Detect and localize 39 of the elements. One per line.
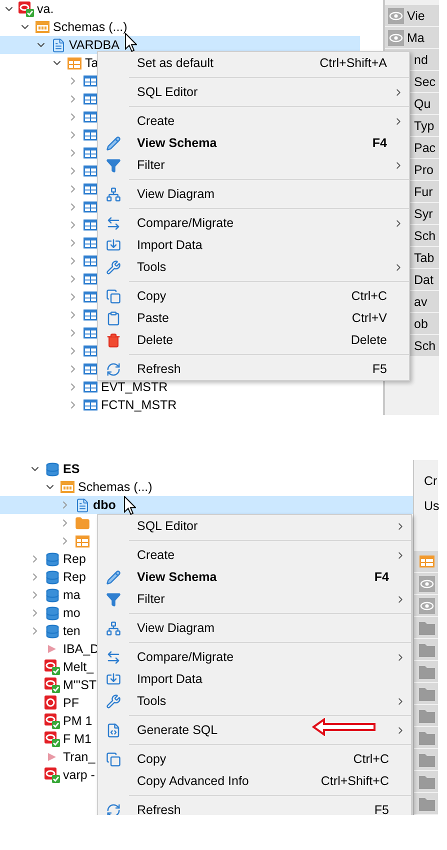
object-label: nd <box>414 52 428 66</box>
tree-label: ES <box>63 462 80 476</box>
object-label: Sch <box>414 228 436 242</box>
tree-label: FCTN_MSTR <box>101 398 177 412</box>
tree-label: Tran_ <box>63 750 96 764</box>
tree-label: VARDBA <box>69 38 120 52</box>
tree-label: va. <box>37 2 54 16</box>
tree-label: Ta <box>85 56 98 70</box>
tree-label: PM 1 <box>63 714 92 728</box>
tree-label: F M1 <box>63 732 92 746</box>
object-label: Ma <box>407 30 424 44</box>
tree-label: mo <box>63 606 80 620</box>
tree-label: dbo <box>93 498 116 512</box>
tree-label: Rep <box>63 552 86 566</box>
tree-label: Melt_ <box>63 660 94 674</box>
object-label: Syr <box>414 206 433 220</box>
field-label: Cr <box>423 473 438 490</box>
tree-label: ma <box>63 588 80 602</box>
tree-label: varp - <box>63 768 95 782</box>
object-label: Typ <box>414 118 434 132</box>
object-label: Pro <box>414 162 434 176</box>
object-label: Pac <box>414 140 436 154</box>
tree-label: EVT_MSTR <box>101 380 168 394</box>
object-label: av <box>414 294 428 308</box>
tree-label: Schemas (...) <box>78 480 152 494</box>
object-label: Tab <box>414 250 434 264</box>
object-label: Fur <box>414 184 433 198</box>
object-label: Vie <box>407 8 425 22</box>
tree-label: M'''ST <box>63 678 97 692</box>
tree-label: Rep <box>63 570 86 584</box>
tree-label: ten <box>63 624 80 638</box>
object-label: Sch <box>414 338 436 352</box>
field-label: Us <box>423 498 438 515</box>
object-label: Sec <box>414 74 436 88</box>
tree-label: Schemas (...) <box>53 20 128 34</box>
object-label: ob <box>414 316 428 330</box>
tree-label: PF <box>63 696 79 710</box>
object-label: Dat <box>414 272 434 286</box>
object-label: Qu <box>414 96 431 110</box>
